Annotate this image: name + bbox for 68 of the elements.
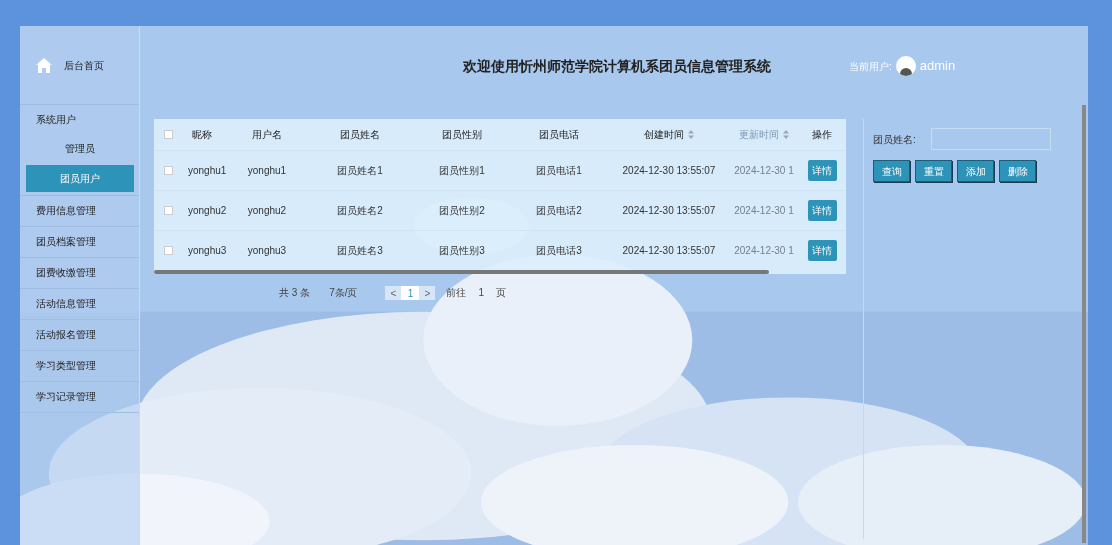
sort-icon[interactable] — [783, 130, 789, 139]
search-field[interactable] — [931, 128, 1051, 150]
goto-label: 前往 — [446, 286, 467, 300]
table-cell-text: 团员性别3 — [438, 244, 486, 258]
column-header: 用户名 — [252, 128, 282, 142]
table-cell-text: yonghu2 — [187, 203, 228, 218]
checkbox[interactable] — [164, 246, 173, 255]
action-button[interactable]: 重置 — [915, 160, 952, 182]
table-cell-text: 团员电话1 — [535, 164, 583, 178]
column-header: 更新时间 — [739, 128, 779, 142]
column-header: 操作 — [812, 128, 832, 142]
column-header: 昵称 — [192, 128, 212, 142]
sidebar-item[interactable]: 学习类型管理 — [20, 351, 139, 380]
goto-page-field[interactable]: 1 — [478, 285, 485, 300]
action-button[interactable]: 添加 — [957, 160, 994, 182]
column-header: 团员性别 — [442, 128, 482, 142]
checkbox[interactable] — [164, 206, 173, 215]
action-button[interactable]: 删除 — [999, 160, 1036, 182]
table-cell-text: 团员电话3 — [535, 244, 583, 258]
sidebar-item[interactable]: 费用信息管理 — [20, 196, 139, 225]
table-cell-text: 团员性别2 — [438, 204, 486, 218]
search-label: 团员姓名: — [873, 132, 917, 147]
table-cell-text: 2024-12-30 1 — [733, 164, 795, 178]
table-cell-text: yonghu3 — [246, 244, 288, 258]
details-button[interactable]: 详情 — [807, 200, 837, 221]
home-link[interactable]: 后台首页 — [64, 57, 104, 73]
checkbox[interactable] — [164, 166, 173, 175]
sidebar-item[interactable]: 学习记录管理 — [20, 382, 139, 411]
horizontal-scrollbar[interactable] — [154, 270, 769, 274]
table-cell-text: 2024-12-30 13:55:07 — [621, 204, 717, 218]
details-button[interactable]: 详情 — [807, 160, 837, 181]
checkbox[interactable] — [164, 130, 173, 139]
column-header: 团员姓名 — [340, 128, 380, 142]
next-page-button[interactable]: > — [419, 285, 436, 300]
page-title: 欢迎使用忻州师范学院计算机系团员信息管理系统 — [463, 56, 771, 76]
table-cell-text: 2024-12-30 1 — [733, 244, 795, 258]
total-count: 共 3 条 — [279, 286, 311, 300]
current-user-label: 当前用户: — [849, 59, 892, 74]
table-cell-text: 团员性别1 — [438, 164, 486, 178]
table-cell-text: yonghu1 — [246, 164, 288, 178]
page-size[interactable]: 7条/页 — [329, 285, 358, 300]
table-cell-text: 团员姓名2 — [336, 204, 384, 218]
username: admin — [919, 57, 956, 76]
sidebar-item[interactable]: 团员用户 — [26, 165, 134, 192]
sidebar-item[interactable]: 团费收缴管理 — [20, 258, 139, 287]
column-header: 团员电话 — [539, 128, 579, 142]
sidebar-item[interactable]: 团员档案管理 — [20, 227, 139, 256]
sidebar-item[interactable]: 系统用户 — [20, 105, 139, 134]
table-cell-text: 2024-12-30 13:55:07 — [621, 244, 717, 258]
action-button[interactable]: 查询 — [873, 160, 910, 182]
details-button[interactable]: 详情 — [807, 240, 837, 261]
prev-page-button[interactable]: < — [385, 285, 402, 300]
sidebar-item[interactable]: 活动信息管理 — [20, 289, 139, 318]
sidebar-item[interactable]: 管理员 — [20, 134, 139, 163]
home-icon — [36, 57, 52, 73]
table-cell-text: 2024-12-30 1 — [733, 204, 795, 218]
table-cell-text: yonghu2 — [246, 204, 288, 218]
table-cell-text: 团员姓名1 — [336, 164, 384, 178]
table-cell-text: 团员姓名3 — [336, 244, 384, 258]
sidebar-item[interactable]: 活动报名管理 — [20, 320, 139, 349]
vertical-scrollbar[interactable] — [1082, 105, 1086, 543]
sort-icon[interactable] — [688, 130, 694, 139]
table-cell-text: 团员电话2 — [535, 204, 583, 218]
table-cell-text: yonghu1 — [187, 163, 228, 178]
goto-suffix: 页 — [496, 286, 507, 300]
table-cell-text: yonghu3 — [187, 243, 228, 258]
column-header: 创建时间 — [644, 128, 684, 142]
table-cell-text: 2024-12-30 13:55:07 — [621, 164, 717, 178]
